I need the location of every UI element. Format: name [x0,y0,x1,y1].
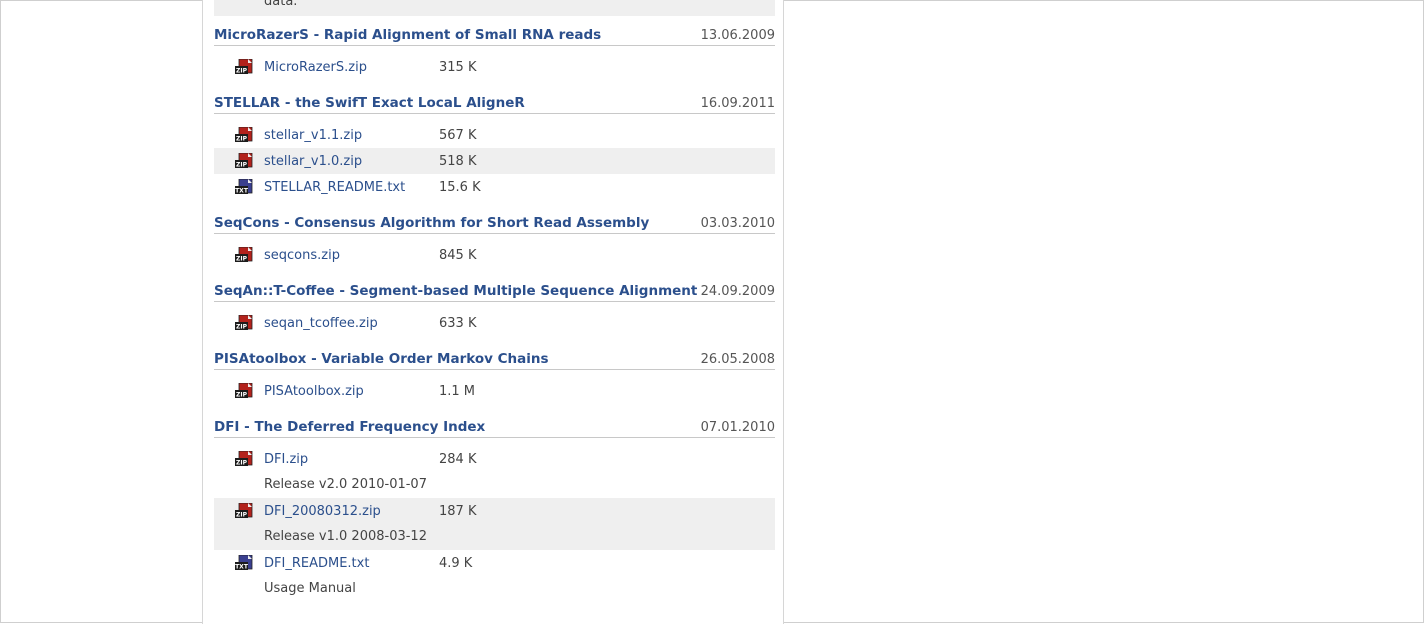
file-row: ZIP seqan_tcoffee.zip 633 K [214,310,775,336]
section-date: 07.01.2010 [700,420,775,435]
file-size: 567 K [439,127,477,143]
download-section: PISAtoolbox - Variable Order Markov Chai… [214,340,775,408]
file-download-link[interactable]: seqcons.zip [264,248,439,263]
previous-file-description-text: data. [264,0,298,9]
section-header: PISAtoolbox - Variable Order Markov Chai… [214,340,775,370]
section-date: 24.09.2009 [700,284,775,299]
section-date: 16.09.2011 [700,96,775,111]
section-header: MicroRazerS - Rapid Alignment of Small R… [214,16,775,46]
section-header: STELLAR - the SwifT Exact LocaL AligneR 1… [214,84,775,114]
file-download-link[interactable]: stellar_v1.0.zip [264,154,439,169]
file-download-link[interactable]: stellar_v1.1.zip [264,128,439,143]
section-header: DFI - The Deferred Frequency Index 07.01.… [214,408,775,438]
svg-text:ZIP: ZIP [236,460,248,467]
file-download-link[interactable]: PISAtoolbox.zip [264,384,439,399]
file-size: 518 K [439,153,477,169]
file-row: ZIP DFI.zip 284 K [214,446,775,472]
download-section: SeqAn::T-Coffee - Segment-based Multiple… [214,272,775,340]
zip-file-icon: ZIP [235,153,253,169]
section-date: 03.03.2010 [700,216,775,231]
file-row: TXT STELLAR_README.txt 15.6 K [214,174,775,200]
download-section: MicroRazerS - Rapid Alignment of Small R… [214,16,775,84]
section-title-link[interactable]: STELLAR - the SwifT Exact LocaL AligneR [214,95,525,111]
svg-text:ZIP: ZIP [236,136,248,143]
file-size: 284 K [439,451,477,467]
downloads-list: data. MicroRazerS - Rapid Alignment of S… [214,0,775,606]
file-size: 4.9 K [439,555,473,571]
file-entry: ZIP stellar_v1.0.zip 518 K [214,148,775,174]
file-entry: ZIP DFI.zip 284 K Release v2.0 2010-01-07 [214,446,775,498]
file-download-link[interactable]: seqan_tcoffee.zip [264,316,439,331]
file-entry: ZIP seqcons.zip 845 K [214,242,775,268]
file-row: ZIP DFI_20080312.zip 187 K [214,498,775,524]
download-section: SeqCons - Consensus Algorithm for Short … [214,204,775,272]
file-size: 1.1 M [439,383,476,399]
file-download-link[interactable]: STELLAR_README.txt [264,180,439,195]
svg-text:ZIP: ZIP [236,392,248,399]
zip-file-icon: ZIP [235,59,253,75]
section-title-link[interactable]: SeqCons - Consensus Algorithm for Short … [214,215,649,231]
file-size: 15.6 K [439,179,481,195]
file-list: ZIP MicroRazerS.zip 315 K [214,46,775,84]
txt-file-icon: TXT [235,179,253,195]
download-section: DFI - The Deferred Frequency Index 07.01.… [214,408,775,606]
section-date: 26.05.2008 [700,352,775,367]
file-entry: ZIP DFI_20080312.zip 187 K Release v1.0 200… [214,498,775,550]
svg-text:ZIP: ZIP [236,68,248,75]
download-section: STELLAR - the SwifT Exact LocaL AligneR 1… [214,84,775,204]
zip-file-icon: ZIP [235,383,253,399]
svg-text:TXT: TXT [235,188,249,195]
svg-text:ZIP: ZIP [236,162,248,169]
file-download-link[interactable]: MicroRazerS.zip [264,60,439,75]
section-title-link[interactable]: DFI - The Deferred Frequency Index [214,419,485,435]
svg-text:ZIP: ZIP [236,256,248,263]
file-entry: TXT DFI_README.txt 4.9 K Usage Manual [214,550,775,602]
zip-file-icon: ZIP [235,451,253,467]
file-entry: TXT STELLAR_README.txt 15.6 K [214,174,775,200]
svg-text:TXT: TXT [235,564,249,571]
file-list: ZIP stellar_v1.1.zip 567 K ZIP stellar_v1.0.… [214,114,775,204]
file-entry: ZIP MicroRazerS.zip 315 K [214,54,775,80]
file-row: ZIP stellar_v1.1.zip 567 K [214,122,775,148]
file-size: 315 K [439,59,477,75]
zip-file-icon: ZIP [235,503,253,519]
previous-file-description: data. [214,0,775,16]
file-row: ZIP seqcons.zip 845 K [214,242,775,268]
file-download-link[interactable]: DFI.zip [264,452,439,467]
file-entry: ZIP stellar_v1.1.zip 567 K [214,122,775,148]
file-row: ZIP stellar_v1.0.zip 518 K [214,148,775,174]
file-size: 845 K [439,247,477,263]
file-description: Usage Manual [264,581,356,596]
section-title-link[interactable]: MicroRazerS - Rapid Alignment of Small R… [214,27,601,43]
file-row: TXT DFI_README.txt 4.9 K [214,550,775,576]
zip-file-icon: ZIP [235,127,253,143]
file-download-link[interactable]: DFI_20080312.zip [264,504,439,519]
file-size: 633 K [439,315,477,331]
file-description: Release v1.0 2008-03-12 [264,529,427,544]
section-title-link[interactable]: PISAtoolbox - Variable Order Markov Chai… [214,351,549,367]
section-date: 13.06.2009 [700,28,775,43]
sections-container: MicroRazerS - Rapid Alignment of Small R… [214,16,775,606]
zip-file-icon: ZIP [235,247,253,263]
section-header: SeqAn::T-Coffee - Segment-based Multiple… [214,272,775,302]
section-header: SeqCons - Consensus Algorithm for Short … [214,204,775,234]
zip-file-icon: ZIP [235,315,253,331]
file-list: ZIP seqan_tcoffee.zip 633 K [214,302,775,340]
svg-text:ZIP: ZIP [236,512,248,519]
file-entry: ZIP PISAtoolbox.zip 1.1 M [214,378,775,404]
txt-file-icon: TXT [235,555,253,571]
file-row: ZIP MicroRazerS.zip 315 K [214,54,775,80]
file-list: ZIP DFI.zip 284 K Release v2.0 2010-01-07 ZI… [214,438,775,606]
file-entry: ZIP seqan_tcoffee.zip 633 K [214,310,775,336]
file-row: ZIP PISAtoolbox.zip 1.1 M [214,378,775,404]
downloads-panel: data. MicroRazerS - Rapid Alignment of S… [202,0,784,624]
file-description: Release v2.0 2010-01-07 [264,477,427,492]
section-title-link[interactable]: SeqAn::T-Coffee - Segment-based Multiple… [214,283,697,299]
file-list: ZIP PISAtoolbox.zip 1.1 M [214,370,775,408]
svg-text:ZIP: ZIP [236,324,248,331]
file-size: 187 K [439,503,477,519]
file-list: ZIP seqcons.zip 845 K [214,234,775,272]
file-download-link[interactable]: DFI_README.txt [264,556,439,571]
